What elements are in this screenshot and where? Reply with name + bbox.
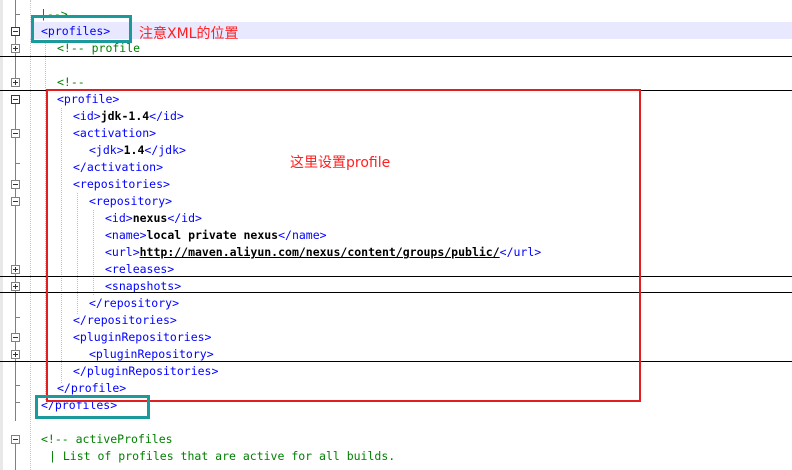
profiles-close-highlight-box: [35, 395, 150, 419]
fold-tree-line: [15, 138, 16, 180]
xml-comment: <!-- activeProfiles: [41, 432, 173, 446]
fold-separator-line: [0, 56, 792, 57]
profile-note: 这里设置profile: [290, 155, 391, 171]
code-line[interactable]: <!-- activeProfiles: [41, 431, 173, 448]
gutter-bar: [0, 0, 3, 470]
fold-tree-line: [15, 359, 16, 421]
fold-collapse-icon[interactable]: [11, 333, 20, 342]
xml-position-note: 注意XML的位置: [139, 26, 239, 42]
fold-tree-line: [15, 104, 16, 129]
fold-expand-icon[interactable]: [11, 44, 20, 53]
fold-expand-icon[interactable]: [11, 265, 20, 274]
fold-tree-line: [15, 36, 16, 44]
fold-collapse-icon[interactable]: [11, 95, 20, 104]
fold-collapse-icon[interactable]: [11, 129, 20, 138]
fold-tree-line: [15, 291, 16, 333]
xml-comment: <!--: [57, 75, 85, 89]
fold-end-tick: [15, 402, 20, 403]
xml-comment: <!-- profile: [57, 41, 141, 55]
fold-tree-line: [15, 444, 16, 470]
fold-collapse-icon[interactable]: [11, 197, 20, 206]
fold-tree-line: [15, 342, 16, 350]
profiles-highlight-box: [31, 15, 132, 43]
fold-end-tick: [15, 385, 20, 386]
code-editor[interactable]: |--> <profiles> <!-- profile <!-- <profile> <…: [0, 0, 792, 470]
fold-expand-icon[interactable]: [11, 350, 20, 359]
xml-comment: | List of profiles that are active for a…: [49, 449, 396, 463]
profile-section-box: [46, 89, 641, 402]
fold-tree-line: [15, 206, 16, 265]
fold-margin-line: [30, 0, 31, 470]
code-line[interactable]: | List of profiles that are active for a…: [49, 448, 395, 465]
fold-expand-icon[interactable]: [11, 282, 20, 291]
fold-end-tick: [15, 163, 20, 164]
fold-collapse-icon[interactable]: [11, 435, 20, 444]
fold-collapse-icon[interactable]: [11, 27, 20, 36]
fold-expand-icon[interactable]: [11, 78, 20, 87]
fold-end-tick: [15, 14, 20, 15]
fold-end-tick: [15, 317, 20, 318]
fold-collapse-icon[interactable]: [11, 180, 20, 189]
fold-tree-line: [15, 189, 16, 197]
